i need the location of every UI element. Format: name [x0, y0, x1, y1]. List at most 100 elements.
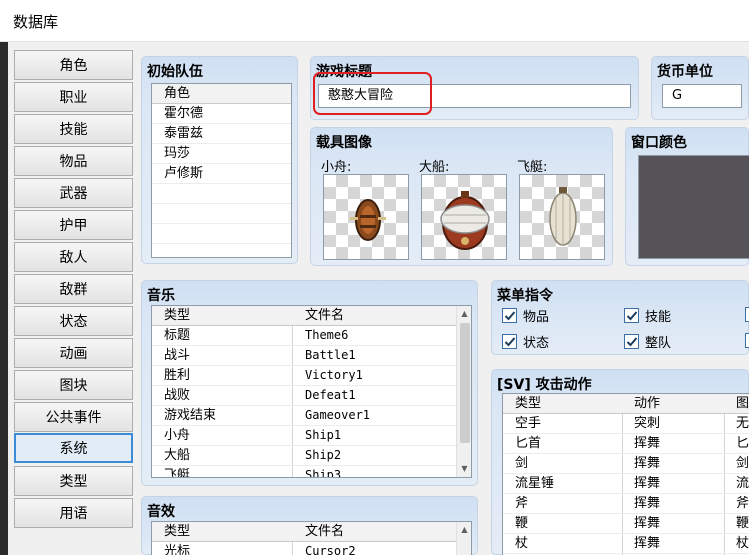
scroll-up-arrow-icon[interactable]: ▲	[457, 522, 471, 538]
music-type: 战斗	[164, 348, 191, 363]
sidebar-item-troops[interactable]: 敌群	[14, 274, 133, 304]
weapon-type: 鞭	[515, 516, 529, 531]
column-header-motion: 动作	[634, 396, 661, 411]
column-header-type: 类型	[164, 308, 191, 323]
sidebar-item-actors[interactable]: 角色	[14, 50, 133, 80]
sidebar-item-label: 敌人	[59, 250, 88, 266]
column-header-filename: 文件名	[305, 524, 345, 539]
checkbox-partial[interactable]	[745, 307, 749, 322]
table-row[interactable]: 战斗 Battle1	[152, 346, 471, 366]
table-row[interactable]: 大船 Ship2	[152, 446, 471, 466]
sidebar-item-label: 职业	[59, 90, 88, 106]
sidebar-item-label: 系统	[59, 441, 88, 457]
weapon-type: 空手	[515, 416, 542, 431]
list-item[interactable]: 卢修斯	[152, 164, 291, 184]
list-item[interactable]: 泰雷兹	[152, 124, 291, 144]
currency-label: 货币单位	[657, 64, 713, 80]
sidebar-item-label: 角色	[59, 58, 88, 74]
starting-party-group: 初始队伍 角色 霍尔德 泰雷兹 玛莎 卢修斯	[141, 56, 298, 264]
sidebar-item-label: 状态	[59, 314, 88, 330]
list-item-empty[interactable]	[152, 204, 291, 224]
highlight-annotation	[313, 72, 432, 115]
checkbox-checked-icon[interactable]	[624, 308, 639, 323]
scroll-down-arrow-icon[interactable]: ▼	[457, 461, 471, 477]
weapon-image: 流	[736, 476, 749, 491]
ship-image-picker[interactable]	[421, 174, 507, 260]
sidebar-item-armors[interactable]: 护甲	[14, 210, 133, 240]
sidebar-item-terms[interactable]: 用语	[14, 498, 133, 528]
menu-command-item-checkbox[interactable]: 物品	[502, 306, 549, 325]
list-item-empty[interactable]	[152, 184, 291, 204]
scroll-thumb[interactable]	[460, 323, 470, 443]
party-member-name: 玛莎	[164, 146, 191, 161]
menu-commands-title: 菜单指令	[497, 288, 553, 304]
table-row[interactable]: 飞艇 Ship3	[152, 466, 471, 477]
menu-command-skill-checkbox[interactable]: 技能	[624, 306, 671, 325]
weapon-image: 无	[736, 416, 749, 431]
checkbox-partial[interactable]	[745, 333, 749, 348]
sidebar-item-skills[interactable]: 技能	[14, 114, 133, 144]
table-row[interactable]: 游戏结束 Gameover1	[152, 406, 471, 426]
sidebar-item-classes[interactable]: 职业	[14, 82, 133, 112]
sound-scrollbar[interactable]: ▲	[456, 522, 471, 555]
sidebar-item-weapons[interactable]: 武器	[14, 178, 133, 208]
attack-motion: 挥舞	[634, 496, 661, 511]
table-row[interactable]: 空手 突刺 无	[503, 414, 749, 434]
sidebar-item-items[interactable]: 物品	[14, 146, 133, 176]
boat-image-picker[interactable]	[323, 174, 409, 260]
table-row[interactable]: 剑 挥舞 剑	[503, 454, 749, 474]
sv-attack-motions-table[interactable]: 类型 动作 图 空手 突刺无 匕首 挥舞匕 剑挥舞剑 流星锤 挥舞流 斧挥舞斧 鞭挥舞…	[502, 393, 749, 555]
sidebar-item-enemies[interactable]: 敌人	[14, 242, 133, 272]
sound-effects-table[interactable]: 类型 文件名 光标 Cursor2 ▲	[151, 521, 472, 555]
left-edge-strip	[0, 42, 8, 555]
airship-label: 飞艇:	[517, 160, 548, 175]
checkbox-checked-icon[interactable]	[624, 334, 639, 349]
currency-input[interactable]: G	[662, 84, 742, 108]
sidebar-item-tilesets[interactable]: 图块	[14, 370, 133, 400]
sidebar-item-animations[interactable]: 动画	[14, 338, 133, 368]
music-type: 胜利	[164, 368, 191, 383]
music-table[interactable]: 类型 文件名 标题 Theme6 战斗 Battle1 胜利 Victory1 战败 D…	[151, 305, 472, 478]
music-scrollbar[interactable]: ▲ ▼	[456, 306, 471, 477]
weapon-type: 流星锤	[515, 476, 555, 491]
menu-commands-group: 菜单指令 物品 技能 状态 整队	[491, 280, 749, 355]
sidebar-item-states[interactable]: 状态	[14, 306, 133, 336]
list-item-empty[interactable]	[152, 224, 291, 244]
table-row[interactable]: 杖 挥舞 杖	[503, 534, 749, 554]
boat-icon	[350, 199, 386, 241]
table-row[interactable]: 斧 挥舞 斧	[503, 494, 749, 514]
table-row[interactable]: 胜利 Victory1	[152, 366, 471, 386]
table-row[interactable]: 匕首 挥舞 匕	[503, 434, 749, 454]
sidebar-item-label: 护甲	[59, 218, 88, 234]
window-color-title: 窗口颜色	[631, 135, 687, 151]
window-color-swatch[interactable]	[638, 155, 749, 259]
list-item[interactable]: 霍尔德	[152, 104, 291, 124]
music-type: 游戏结束	[164, 408, 217, 423]
table-row[interactable]: 战败 Defeat1	[152, 386, 471, 406]
table-row[interactable]: 鞭 挥舞 鞭	[503, 514, 749, 534]
list-item[interactable]: 玛莎	[152, 144, 291, 164]
sv-attack-motions-group: [SV] 攻击动作 类型 动作 图 空手 突刺无 匕首 挥舞匕 剑挥舞剑 流星锤 挥舞…	[491, 369, 749, 555]
weapon-image: 斧	[736, 496, 749, 511]
menu-command-status-checkbox[interactable]: 状态	[502, 332, 549, 351]
starting-party-list[interactable]: 角色 霍尔德 泰雷兹 玛莎 卢修斯	[151, 83, 292, 258]
sidebar-item-label: 武器	[59, 186, 88, 202]
airship-image-picker[interactable]	[519, 174, 605, 260]
list-item-empty[interactable]	[152, 244, 291, 257]
table-row[interactable]: 光标 Cursor2	[152, 542, 471, 555]
sidebar-item-common-events[interactable]: 公共事件	[14, 402, 133, 432]
ship-icon	[440, 191, 490, 250]
table-row[interactable]: 标题 Theme6	[152, 326, 471, 346]
currency-value: G	[672, 88, 683, 103]
table-row[interactable]: 流星锤 挥舞 流	[503, 474, 749, 494]
checkbox-label: 状态	[523, 336, 550, 351]
checkbox-checked-icon[interactable]	[502, 308, 517, 323]
menu-command-formation-checkbox[interactable]: 整队	[624, 332, 671, 351]
music-type: 小舟	[164, 428, 191, 443]
sidebar-item-system[interactable]: 系统	[14, 433, 133, 463]
sidebar-item-types[interactable]: 类型	[14, 466, 133, 496]
scroll-up-arrow-icon[interactable]: ▲	[457, 306, 471, 322]
checkbox-label: 整队	[645, 336, 672, 351]
table-row[interactable]: 小舟 Ship1	[152, 426, 471, 446]
checkbox-checked-icon[interactable]	[502, 334, 517, 349]
